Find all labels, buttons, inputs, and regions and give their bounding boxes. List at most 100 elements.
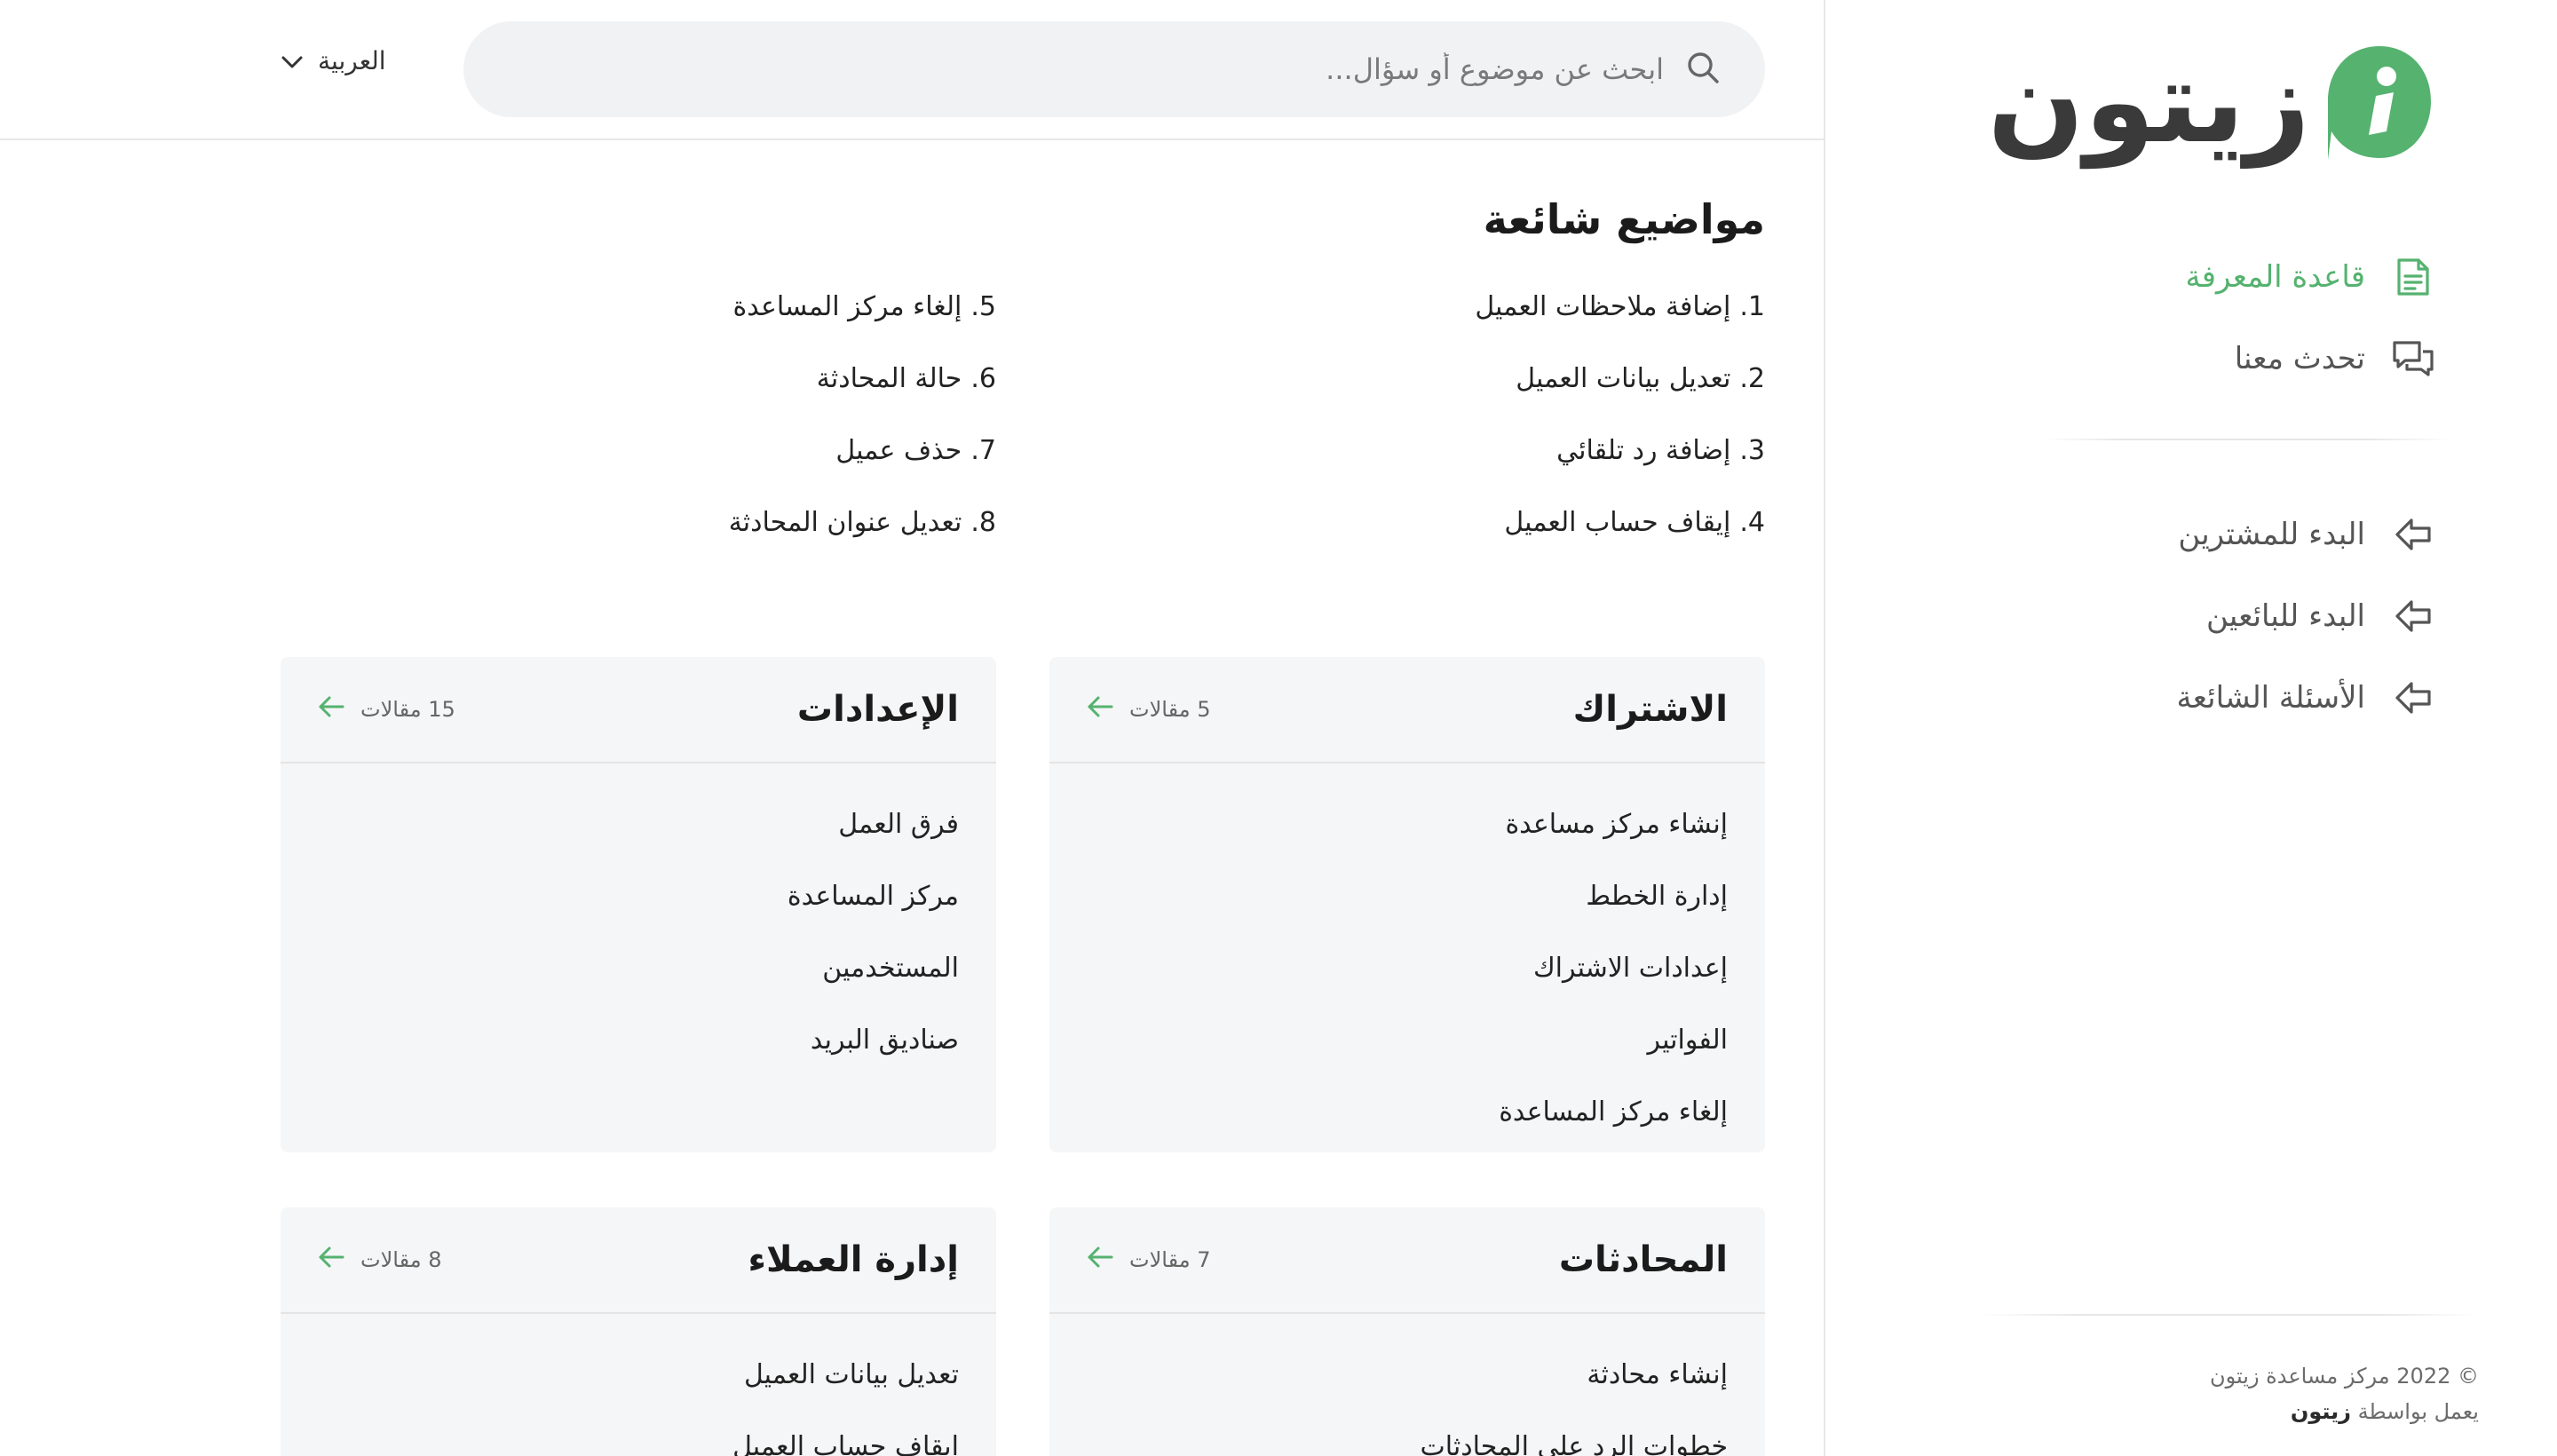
language-label: العربية — [318, 46, 386, 75]
chevron-down-icon — [281, 46, 304, 75]
divider — [1980, 1314, 2477, 1316]
category-card-customers: إدارة العملاء 8 مقالات تعديل بيانات العم… — [281, 1207, 996, 1456]
popular-topic-item[interactable]: 1. إضافة ملاحظات العميل — [1144, 291, 1765, 363]
arrow-left-outline-icon — [2390, 675, 2436, 721]
category-card-conversations: المحادثات 7 مقالات إنشاء محادثة خطوات ال… — [1049, 1207, 1765, 1456]
topic-number: 4. — [1739, 507, 1765, 538]
popular-topic-item[interactable]: 4. إيقاف حساب العميل — [1144, 507, 1765, 579]
card-title[interactable]: الإعدادات — [797, 689, 959, 730]
secondary-nav: البدء للمشترين البدء للبائعين الأسئلة ال… — [1939, 494, 2436, 739]
sidebar-item-buyers-start[interactable]: البدء للمشترين — [1939, 494, 2436, 575]
category-card-settings: الإعدادات 15 مقالات فرق العمل مركز المسا… — [281, 657, 996, 1152]
powered-by-prefix: يعمل بواسطة — [2357, 1399, 2479, 1424]
article-link[interactable]: خطوات الرد على المحادثات — [1087, 1411, 1728, 1456]
sidebar-item-sellers-start[interactable]: البدء للبائعين — [1939, 575, 2436, 657]
article-link[interactable]: إنشاء محادثة — [1087, 1339, 1728, 1411]
topic-label: إيقاف حساب العميل — [1504, 507, 1731, 538]
sidebar-item-label: البدء للبائعين — [2206, 598, 2365, 634]
topic-label: إضافة رد تلقائي — [1556, 435, 1731, 466]
topic-number: 5. — [970, 291, 996, 322]
language-selector[interactable]: العربية — [281, 46, 386, 75]
arrow-left-icon — [318, 695, 344, 724]
topic-number: 7. — [970, 435, 996, 466]
arrow-left-icon — [1087, 1246, 1113, 1274]
article-link[interactable]: تعديل بيانات العميل — [318, 1339, 959, 1411]
topic-label: إلغاء مركز المساعدة — [732, 291, 962, 322]
card-header: المحادثات 7 مقالات — [1049, 1207, 1765, 1314]
sidebar-item-label: الأسئلة الشائعة — [2176, 680, 2365, 716]
primary-nav: قاعدة المعرفة تحدث معنا — [1939, 236, 2436, 400]
card-header: الاشتراك 5 مقالات — [1049, 657, 1765, 764]
topic-number: 8. — [970, 507, 996, 538]
category-card-subscription: الاشتراك 5 مقالات إنشاء مركز مساعدة إدار… — [1049, 657, 1765, 1152]
article-link[interactable]: إعدادات الاشتراك — [1087, 932, 1728, 1004]
arrow-left-outline-icon — [2390, 511, 2436, 558]
sidebar-item-knowledge-base[interactable]: قاعدة المعرفة — [1939, 236, 2436, 318]
main-content: مواضيع شائعة 1. إضافة ملاحظات العميل 2. تع… — [0, 140, 1824, 1456]
popular-topics-list: 5. إلغاء مركز المساعدة 6. حالة المحادثة 7.… — [375, 291, 996, 579]
chat-bubbles-icon — [2390, 336, 2436, 382]
arrow-left-icon — [318, 1246, 344, 1274]
popular-topic-item[interactable]: 6. حالة المحادثة — [375, 363, 996, 435]
article-link[interactable]: المستخدمين — [318, 932, 959, 1004]
topic-number: 6. — [970, 363, 996, 394]
card-links: فرق العمل مركز المساعدة المستخدمين صنادي… — [281, 764, 996, 1076]
sidebar-item-chat[interactable]: تحدث معنا — [1939, 318, 2436, 400]
article-count: 7 مقالات — [1129, 1247, 1211, 1272]
article-link[interactable]: إنشاء مركز مساعدة — [1087, 788, 1728, 860]
article-link[interactable]: مركز المساعدة — [318, 860, 959, 932]
article-link[interactable]: إدارة الخطط — [1087, 860, 1728, 932]
topic-label: تعديل عنوان المحادثة — [728, 507, 962, 538]
search-input[interactable] — [598, 52, 1664, 86]
topic-label: تعديل بيانات العميل — [1516, 363, 1731, 394]
card-title[interactable]: الاشتراك — [1573, 689, 1728, 730]
topic-number: 3. — [1739, 435, 1765, 466]
card-title[interactable]: إدارة العملاء — [748, 1239, 959, 1280]
sidebar-item-label: البدء للمشترين — [2178, 517, 2365, 552]
card-title[interactable]: المحادثات — [1559, 1239, 1728, 1280]
article-count: 15 مقالات — [360, 697, 455, 722]
powered-by-brand-link[interactable]: زيتون — [2291, 1399, 2351, 1424]
topic-number: 1. — [1739, 291, 1765, 322]
divider — [2042, 439, 2450, 440]
article-count: 5 مقالات — [1129, 697, 1211, 722]
brand-logo-icon — [2328, 46, 2431, 160]
copyright-text: © 2022 مركز مساعدة زيتون — [2210, 1364, 2479, 1389]
topic-number: 2. — [1739, 363, 1765, 394]
logo[interactable]: زيتون — [1988, 43, 2435, 163]
search-bar[interactable] — [463, 21, 1765, 117]
article-link[interactable]: إلغاء مركز المساعدة — [1087, 1076, 1728, 1148]
document-icon — [2390, 254, 2436, 300]
card-links: إنشاء مركز مساعدة إدارة الخطط إعدادات ال… — [1049, 764, 1765, 1148]
card-links: إنشاء محادثة خطوات الرد على المحادثات — [1049, 1314, 1765, 1456]
card-header: إدارة العملاء 8 مقالات — [281, 1207, 996, 1314]
article-count-link[interactable]: 7 مقالات — [1087, 1246, 1211, 1274]
arrow-left-icon — [1087, 695, 1113, 724]
popular-topic-item[interactable]: 2. تعديل بيانات العميل — [1144, 363, 1765, 435]
article-link[interactable]: فرق العمل — [318, 788, 959, 860]
popular-topics-list: 1. إضافة ملاحظات العميل 2. تعديل بيانات ال… — [1144, 291, 1765, 579]
popular-topics-title: مواضيع شائعة — [1483, 195, 1765, 243]
top-header: العربية — [0, 0, 1824, 140]
brand-name: زيتون — [1987, 36, 2312, 169]
article-count-link[interactable]: 8 مقالات — [318, 1246, 442, 1274]
article-link[interactable]: إيقاف حساب العميل — [318, 1411, 959, 1456]
sidebar-item-label: قاعدة المعرفة — [2185, 259, 2365, 295]
topic-label: حالة المحادثة — [816, 363, 962, 394]
popular-topic-item[interactable]: 3. إضافة رد تلقائي — [1144, 435, 1765, 507]
article-link[interactable]: الفواتير — [1087, 1004, 1728, 1076]
powered-by: يعمل بواسطة زيتون — [2210, 1394, 2479, 1429]
article-count-link[interactable]: 15 مقالات — [318, 695, 455, 724]
article-count: 8 مقالات — [360, 1247, 442, 1272]
popular-topic-item[interactable]: 7. حذف عميل — [375, 435, 996, 507]
article-count-link[interactable]: 5 مقالات — [1087, 695, 1211, 724]
popular-topic-item[interactable]: 8. تعديل عنوان المحادثة — [375, 507, 996, 579]
popular-topic-item[interactable]: 5. إلغاء مركز المساعدة — [375, 291, 996, 363]
card-header: الإعدادات 15 مقالات — [281, 657, 996, 764]
topic-label: إضافة ملاحظات العميل — [1475, 291, 1731, 322]
card-links: تعديل بيانات العميل إيقاف حساب العميل — [281, 1314, 996, 1456]
search-icon[interactable] — [1685, 50, 1721, 89]
sidebar-item-faq[interactable]: الأسئلة الشائعة — [1939, 657, 2436, 739]
article-link[interactable]: صناديق البريد — [318, 1004, 959, 1076]
topic-label: حذف عميل — [835, 435, 962, 466]
